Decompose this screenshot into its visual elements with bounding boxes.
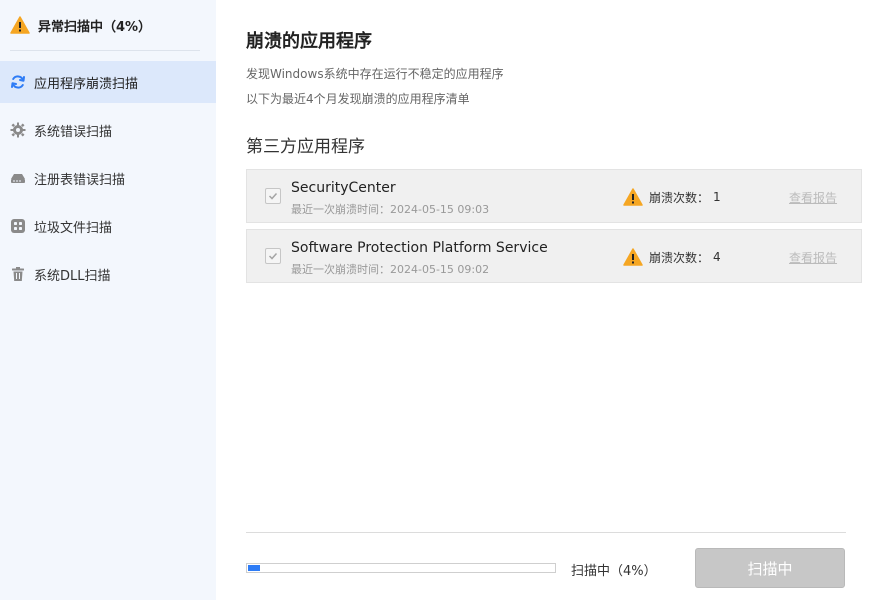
crash-count-label: 崩溃次数： <box>649 190 710 205</box>
scanning-button[interactable]: 扫描中 <box>695 548 845 588</box>
checkmark-icon <box>268 252 278 260</box>
sidebar-item-app-crash-scan[interactable]: 应用程序崩溃扫描 <box>0 61 216 103</box>
page-title: 崩溃的应用程序 <box>246 31 372 52</box>
app-name: SecurityCenter <box>291 180 396 196</box>
sidebar: 异常扫描中（4%） 应用程序崩溃扫描 系统错误扫描 注册表错误扫描 垃圾文件扫描… <box>0 0 216 600</box>
view-report-link[interactable]: 查看报告 <box>789 249 837 266</box>
gear-icon <box>10 122 26 138</box>
scan-status-title: 异常扫描中（4%） <box>38 19 152 35</box>
sidebar-item-label: 系统错误扫描 <box>34 124 113 140</box>
scan-status-header: 异常扫描中（4%） <box>0 0 216 50</box>
last-crash-time: 最近一次崩溃时间：2024-05-15 09:02 <box>291 263 490 276</box>
view-report-link[interactable]: 查看报告 <box>789 189 837 206</box>
trash-icon <box>10 266 26 282</box>
last-crash-time: 最近一次崩溃时间：2024-05-15 09:03 <box>291 203 490 216</box>
crash-count-value: 1 <box>713 190 721 204</box>
crash-count-value: 4 <box>713 250 721 264</box>
description-line-2: 以下为最近4个月发现崩溃的应用程序清单 <box>246 92 470 106</box>
registry-icon <box>10 170 26 186</box>
scan-progress-fill <box>248 565 260 571</box>
crash-count-label: 崩溃次数： <box>649 250 710 265</box>
sidebar-item-label: 应用程序崩溃扫描 <box>34 76 139 92</box>
sidebar-item-label: 系统DLL扫描 <box>34 268 111 284</box>
warning-icon <box>10 16 30 34</box>
crash-count: 崩溃次数： 1 <box>623 187 721 207</box>
app-checkbox[interactable] <box>265 188 281 204</box>
refresh-icon <box>10 74 26 90</box>
sidebar-item-label: 注册表错误扫描 <box>34 172 126 188</box>
warning-icon <box>623 248 643 266</box>
sidebar-item-registry-error-scan[interactable]: 注册表错误扫描 <box>0 157 216 199</box>
app-name: Software Protection Platform Service <box>291 240 548 256</box>
app-row: SecurityCenter 最近一次崩溃时间：2024-05-15 09:03… <box>246 169 862 223</box>
main-panel: 崩溃的应用程序 发现Windows系统中存在运行不稳定的应用程序 以下为最近4个… <box>216 0 872 600</box>
sidebar-item-junk-file-scan[interactable]: 垃圾文件扫描 <box>0 205 216 247</box>
checkmark-icon <box>268 192 278 200</box>
warning-icon <box>623 188 643 206</box>
app-row: Software Protection Platform Service 最近一… <box>246 229 862 283</box>
sidebar-item-label: 垃圾文件扫描 <box>34 220 113 236</box>
footer-divider <box>246 532 846 533</box>
description-line-1: 发现Windows系统中存在运行不稳定的应用程序 <box>246 67 504 81</box>
app-checkbox[interactable] <box>265 248 281 264</box>
scan-progress-label: 扫描中（4%） <box>571 564 657 579</box>
crash-count: 崩溃次数： 4 <box>623 247 721 267</box>
apps-grid-icon <box>10 218 26 234</box>
sidebar-nav: 应用程序崩溃扫描 系统错误扫描 注册表错误扫描 垃圾文件扫描 系统DLL扫描 <box>0 61 216 301</box>
sidebar-item-system-error-scan[interactable]: 系统错误扫描 <box>0 109 216 151</box>
scan-progress-bar <box>246 563 556 573</box>
sidebar-item-system-dll-scan[interactable]: 系统DLL扫描 <box>0 253 216 295</box>
section-title: 第三方应用程序 <box>246 137 365 157</box>
sidebar-divider <box>10 50 200 51</box>
